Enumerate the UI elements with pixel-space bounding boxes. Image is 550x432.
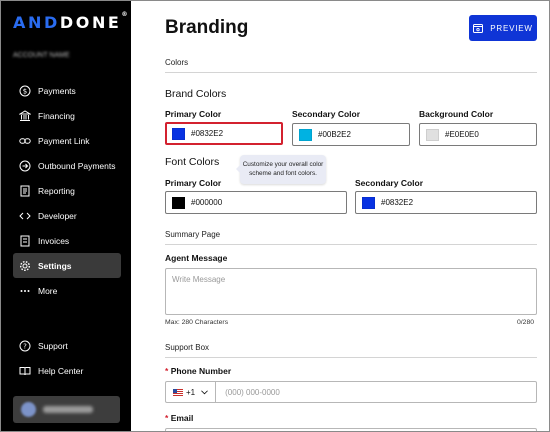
- colors-section-label: Colors: [165, 58, 189, 67]
- gear-icon: [19, 260, 31, 272]
- divider: [165, 357, 537, 358]
- phone-number-input[interactable]: (000) 000-0000: [216, 388, 280, 397]
- logo-text-b: DONE: [59, 13, 122, 32]
- phone-number-field: +1 (000) 000-0000: [165, 381, 537, 403]
- secondary-color-value: #00B2E2: [318, 130, 351, 139]
- user-name: [43, 406, 93, 413]
- sidebar-item-label: Payments: [38, 85, 76, 96]
- sidebar-item-label: Invoices: [38, 235, 70, 246]
- svg-text:$: $: [23, 87, 27, 95]
- font-colors-heading: Font Colors: [165, 156, 220, 168]
- outbound-icon: [19, 160, 31, 172]
- code-icon: [19, 210, 31, 222]
- font-primary-color-label: Primary Color: [165, 178, 222, 188]
- user-profile[interactable]: [13, 396, 120, 423]
- font-primary-color-swatch[interactable]: [172, 196, 185, 209]
- preview-button-label: PREVIEW: [490, 23, 533, 33]
- bank-icon: [19, 109, 31, 122]
- preview-button[interactable]: PREVIEW: [469, 15, 537, 41]
- link-icon: [19, 135, 31, 147]
- sidebar-item-payment-link[interactable]: Payment Link: [13, 128, 121, 153]
- font-secondary-color-label: Secondary Color: [355, 178, 424, 188]
- preview-icon: [473, 23, 484, 33]
- support-section-label: Support Box: [165, 343, 210, 352]
- sidebar-item-label: Help Center: [38, 365, 84, 376]
- primary-color-value: #0832E2: [191, 129, 224, 138]
- sidebar-item-support[interactable]: ? Support: [13, 333, 121, 358]
- background-color-label: Background Color: [419, 109, 494, 119]
- sidebar-bottom-nav: ? Support Help Center: [13, 333, 121, 383]
- max-characters-hint: Max: 280 Characters: [165, 319, 229, 326]
- secondary-color-swatch[interactable]: [299, 128, 312, 141]
- page-title: Branding: [165, 17, 249, 38]
- font-primary-color-field[interactable]: #000000: [165, 191, 347, 214]
- sidebar: ANDDONE® ACCOUNT NAME $ Payments Financi…: [1, 1, 131, 431]
- sidebar-item-invoices[interactable]: Invoices: [13, 228, 121, 253]
- info-tooltip: Customize your overall color scheme and …: [236, 155, 326, 184]
- sidebar-item-financing[interactable]: Financing: [13, 103, 121, 128]
- report-icon: [19, 185, 31, 197]
- email-label-text: Email: [170, 413, 194, 423]
- dollar-icon: $: [19, 85, 31, 97]
- sidebar-item-label: Reporting: [38, 185, 75, 196]
- chevron-down-icon: [201, 389, 208, 394]
- secondary-color-label: Secondary Color: [292, 109, 361, 119]
- primary-color-label: Primary Color: [165, 109, 222, 119]
- app-window: ANDDONE® ACCOUNT NAME $ Payments Financi…: [0, 0, 550, 432]
- divider: [165, 72, 537, 73]
- email-input[interactable]: [165, 428, 537, 431]
- agent-message-input[interactable]: Write Message: [165, 268, 537, 315]
- font-secondary-color-swatch[interactable]: [362, 196, 375, 209]
- required-mark: *: [165, 413, 169, 423]
- font-primary-color-value: #000000: [191, 198, 223, 207]
- country-code-value: +1: [186, 387, 196, 397]
- divider: [165, 244, 537, 245]
- background-color-field[interactable]: #E0E0E0: [419, 123, 537, 146]
- svg-text:?: ?: [23, 342, 27, 350]
- sidebar-item-label: Outbound Payments: [38, 160, 116, 171]
- sidebar-item-label: Support: [38, 340, 68, 351]
- logo-registered-mark: ®: [121, 11, 128, 18]
- primary-color-field[interactable]: #0832E2: [165, 122, 283, 145]
- logo-text-a: AND: [13, 13, 60, 32]
- sidebar-item-developer[interactable]: Developer: [13, 203, 121, 228]
- agent-message-label: Agent Message: [165, 253, 228, 263]
- sidebar-item-label: Payment Link: [38, 135, 90, 146]
- brand-colors-heading: Brand Colors: [165, 88, 227, 100]
- email-label: * Email: [165, 413, 193, 423]
- anddone-logo[interactable]: ANDDONE®: [13, 11, 128, 32]
- help-icon: ?: [19, 340, 31, 352]
- sidebar-item-more[interactable]: More: [13, 278, 121, 303]
- account-name: ACCOUNT NAME: [13, 52, 70, 59]
- summary-section-label: Summary Page: [165, 230, 221, 239]
- book-icon: [19, 365, 31, 377]
- font-secondary-color-value: #0832E2: [381, 198, 414, 207]
- phone-number-label-text: Phone Number: [170, 366, 232, 376]
- avatar: [21, 402, 36, 417]
- background-color-swatch[interactable]: [426, 128, 439, 141]
- sidebar-item-label: Financing: [38, 110, 75, 121]
- background-color-value: #E0E0E0: [445, 130, 479, 139]
- country-code-select[interactable]: +1: [166, 382, 217, 402]
- sidebar-item-reporting[interactable]: Reporting: [13, 178, 121, 203]
- sidebar-item-label: Settings: [38, 260, 72, 271]
- us-flag-icon: [173, 388, 183, 396]
- main-content: Branding PREVIEW Colors Brand Colors Pri…: [131, 1, 549, 431]
- sidebar-item-settings[interactable]: Settings: [13, 253, 121, 278]
- secondary-color-field[interactable]: #00B2E2: [292, 123, 410, 146]
- character-counter: 0/280: [517, 319, 535, 326]
- sidebar-item-label: Developer: [38, 210, 77, 221]
- sidebar-item-payments[interactable]: $ Payments: [13, 78, 121, 103]
- font-secondary-color-field[interactable]: #0832E2: [355, 191, 537, 214]
- sidebar-item-label: More: [38, 285, 58, 296]
- required-mark: *: [165, 366, 169, 376]
- primary-color-swatch[interactable]: [172, 127, 185, 140]
- more-icon: [19, 285, 31, 297]
- phone-number-label: * Phone Number: [165, 366, 231, 376]
- invoice-icon: [19, 235, 31, 247]
- sidebar-item-help-center[interactable]: Help Center: [13, 358, 121, 383]
- sidebar-nav: $ Payments Financing Payment Link Outbou…: [13, 78, 121, 303]
- sidebar-item-outbound-payments[interactable]: Outbound Payments: [13, 153, 121, 178]
